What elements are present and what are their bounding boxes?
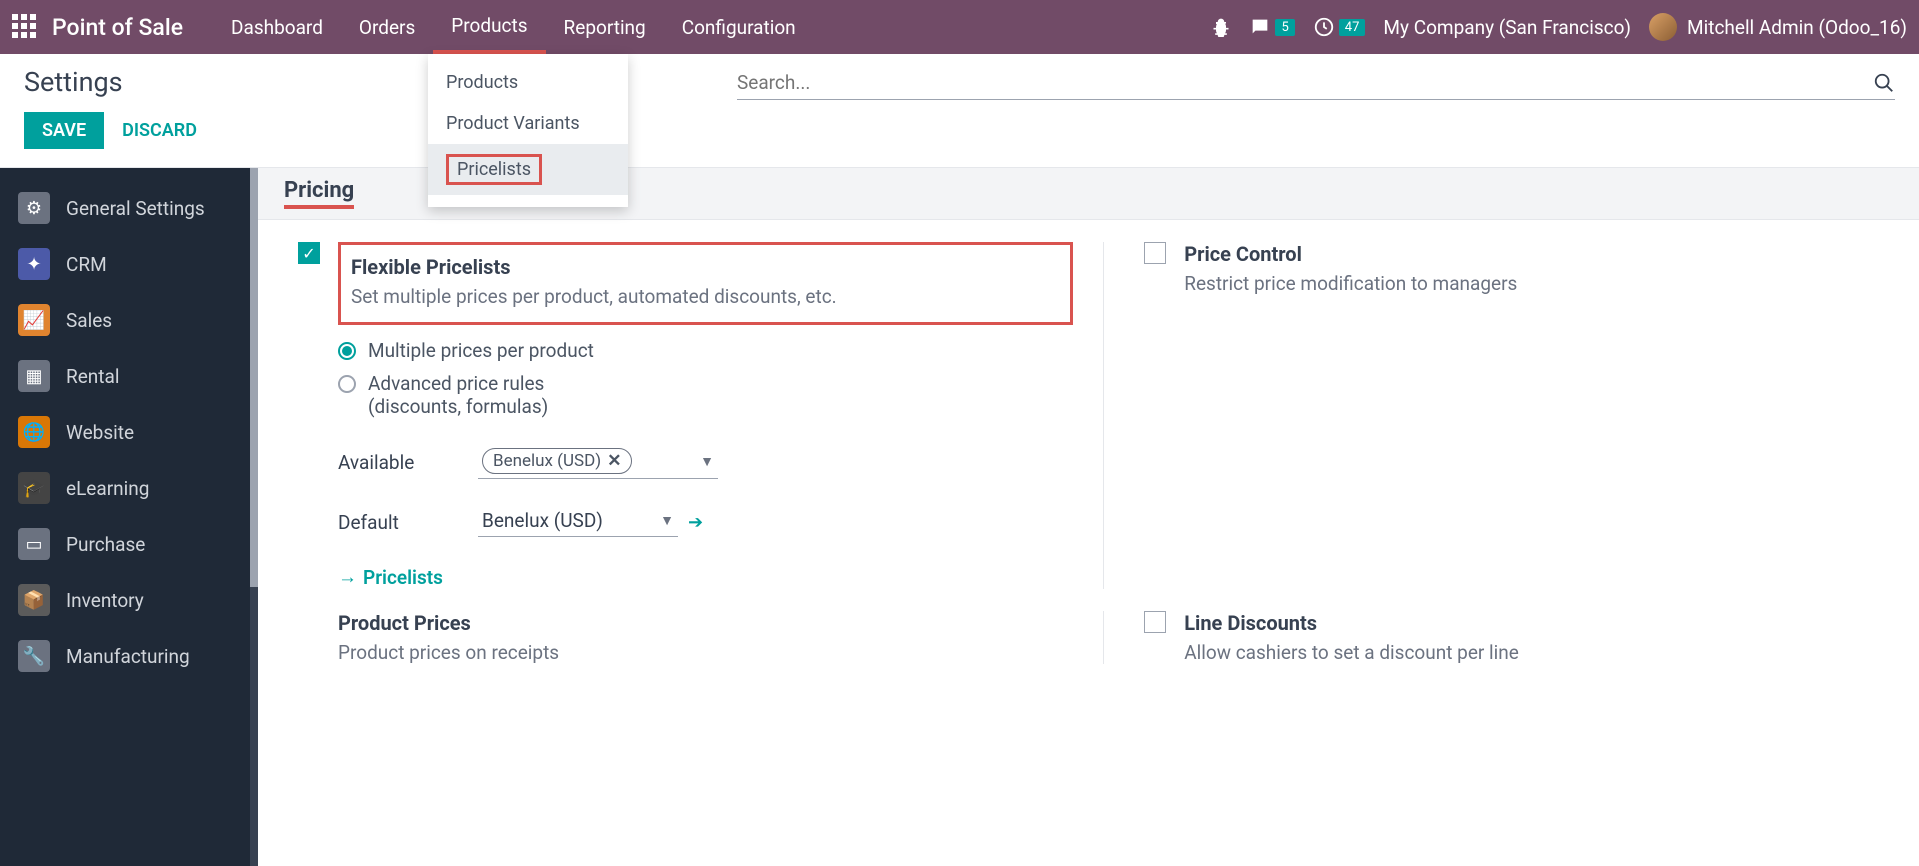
save-button[interactable]: SAVE (24, 112, 104, 149)
discard-button[interactable]: DISCARD (122, 120, 197, 141)
sidebar-item-rental[interactable]: ▦ Rental (0, 348, 258, 404)
nav-reporting[interactable]: Reporting (546, 0, 664, 54)
products-dropdown: Products Product Variants Pricelists (428, 54, 628, 207)
sidebar-item-crm[interactable]: ✦ CRM (0, 236, 258, 292)
sidebar-item-label: General Settings (66, 197, 205, 220)
sidebar-item-label: Rental (66, 365, 119, 388)
search-bar[interactable] (737, 66, 1895, 100)
sidebar-scrollbar[interactable] (250, 168, 258, 866)
company-switcher[interactable]: My Company (San Francisco) (1383, 16, 1631, 39)
sidebar-item-manufacturing[interactable]: 🔧 Manufacturing (0, 628, 258, 684)
sidebar-item-label: Purchase (66, 533, 145, 556)
apps-icon[interactable] (12, 14, 38, 40)
card-icon: ▭ (18, 528, 50, 560)
checkbox-price-control[interactable] (1144, 242, 1166, 264)
default-pricelist-select[interactable]: Benelux (USD) ▼ (478, 507, 678, 537)
link-label: Pricelists (363, 566, 443, 589)
setting-desc: Allow cashiers to set a discount per lin… (1184, 641, 1519, 664)
setting-desc: Product prices on receipts (338, 641, 559, 664)
sidebar-item-general-settings[interactable]: ⚙ General Settings (0, 180, 258, 236)
nav-dashboard[interactable]: Dashboard (213, 0, 341, 54)
handshake-icon: ✦ (18, 248, 50, 280)
top-navbar: Point of Sale Dashboard Orders Products … (0, 0, 1919, 54)
settings-content: Pricing ✓ Flexible Pricelists Set multip… (258, 168, 1919, 866)
calendar-icon: ▦ (18, 360, 50, 392)
arrow-right-icon: → (338, 565, 357, 589)
gear-icon: ⚙ (18, 192, 50, 224)
activities-icon[interactable]: 47 (1313, 16, 1366, 38)
sidebar-item-label: Manufacturing (66, 645, 190, 668)
radio-label: Multiple prices per product (368, 339, 594, 362)
search-input[interactable] (737, 71, 1873, 94)
section-title: Pricing (284, 178, 354, 209)
radio-icon (338, 342, 356, 360)
globe-icon: 🌐 (18, 416, 50, 448)
sidebar-item-website[interactable]: 🌐 Website (0, 404, 258, 460)
pricelists-link[interactable]: → Pricelists (338, 565, 1073, 589)
radio-advanced-rules[interactable]: Advanced price rules (discounts, formula… (338, 372, 1073, 418)
sidebar-item-purchase[interactable]: ▭ Purchase (0, 516, 258, 572)
sidebar-item-label: CRM (66, 253, 107, 276)
tag-remove-icon[interactable]: ✕ (607, 451, 621, 471)
box-icon: 📦 (18, 584, 50, 616)
settings-sidebar: ⚙ General Settings ✦ CRM 📈 Sales ▦ Rental 🌐 W… (0, 168, 258, 866)
activities-badge: 47 (1339, 19, 1366, 36)
user-menu[interactable]: Mitchell Admin (Odoo_16) (1649, 13, 1907, 41)
wrench-icon: 🔧 (18, 640, 50, 672)
field-label-default: Default (338, 511, 478, 534)
sidebar-item-elearning[interactable]: 🎓 eLearning (0, 460, 258, 516)
radio-icon (338, 375, 356, 393)
sidebar-item-sales[interactable]: 📈 Sales (0, 292, 258, 348)
user-name: Mitchell Admin (Odoo_16) (1687, 16, 1907, 39)
chevron-down-icon[interactable]: ▼ (700, 453, 714, 470)
chart-icon: 📈 (18, 304, 50, 336)
dropdown-pricelists[interactable]: Pricelists (428, 144, 628, 195)
select-value: Benelux (USD) (482, 509, 603, 532)
page-title: Settings (24, 66, 197, 98)
setting-desc: Restrict price modification to managers (1184, 272, 1517, 295)
field-label-available: Available (338, 451, 478, 474)
available-pricelists-input[interactable]: Benelux (USD) ✕ ▼ (478, 446, 718, 479)
setting-title: Price Control (1184, 242, 1517, 266)
nav-configuration[interactable]: Configuration (664, 0, 814, 54)
nav-orders[interactable]: Orders (341, 0, 433, 54)
avatar (1649, 13, 1677, 41)
radio-multiple-prices[interactable]: Multiple prices per product (338, 339, 1073, 362)
sidebar-item-label: Sales (66, 309, 112, 332)
search-icon[interactable] (1873, 72, 1895, 94)
setting-desc: Set multiple prices per product, automat… (351, 285, 1054, 308)
dropdown-products[interactable]: Products (428, 62, 628, 103)
elearning-icon: 🎓 (18, 472, 50, 504)
sidebar-item-label: eLearning (66, 477, 149, 500)
radio-sublabel: (discounts, formulas) (368, 395, 548, 418)
external-link-icon[interactable]: ➔ (688, 512, 703, 533)
nav-products[interactable]: Products (433, 0, 545, 54)
dropdown-pricelists-label: Pricelists (446, 154, 542, 185)
sidebar-item-label: Website (66, 421, 134, 444)
chevron-down-icon[interactable]: ▼ (660, 512, 674, 529)
setting-title: Line Discounts (1184, 611, 1519, 635)
control-panel: Settings SAVE DISCARD (0, 54, 1919, 168)
highlight-box: Flexible Pricelists Set multiple prices … (338, 242, 1073, 325)
setting-title: Product Prices (338, 611, 559, 635)
radio-label: Advanced price rules (368, 372, 548, 395)
setting-title: Flexible Pricelists (351, 255, 1054, 279)
app-brand[interactable]: Point of Sale (52, 14, 183, 41)
messages-badge: 5 (1275, 19, 1294, 36)
sidebar-item-label: Inventory (66, 589, 144, 612)
messages-icon[interactable]: 5 (1249, 16, 1294, 38)
checkbox-line-discounts[interactable] (1144, 611, 1166, 633)
tag-benelux: Benelux (USD) ✕ (482, 448, 632, 474)
dropdown-product-variants[interactable]: Product Variants (428, 103, 628, 144)
tag-label: Benelux (USD) (493, 451, 601, 471)
sidebar-item-inventory[interactable]: 📦 Inventory (0, 572, 258, 628)
bug-icon[interactable] (1211, 17, 1231, 37)
checkbox-flexible-pricelists[interactable]: ✓ (298, 242, 320, 264)
